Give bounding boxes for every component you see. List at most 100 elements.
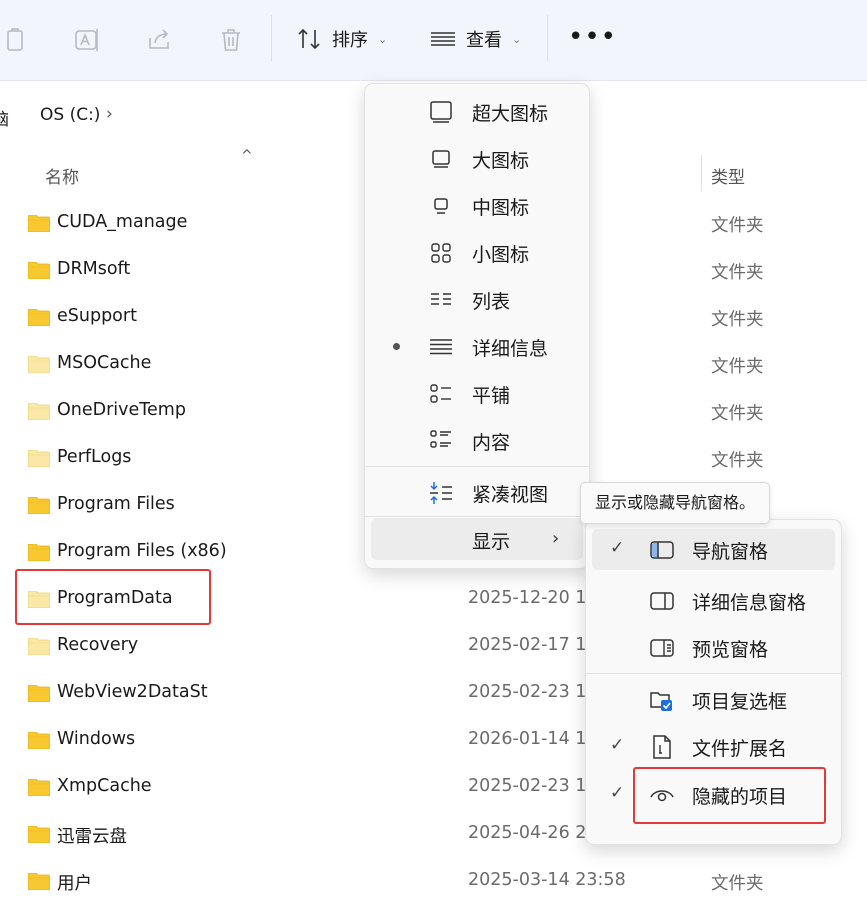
toolbar-separator: [547, 15, 548, 61]
menu-item-navigation-pane[interactable]: ✓ 导航窗格: [586, 526, 841, 573]
chevron-down-icon: ⌄: [378, 32, 388, 46]
file-name: Windows: [57, 729, 136, 749]
tooltip: 显示或隐藏导航窗格。: [580, 482, 771, 524]
menu-item-label: 详细信息窗格: [692, 592, 807, 614]
selected-indicator-dot: [393, 343, 400, 350]
column-header-type[interactable]: 类型: [711, 163, 745, 188]
view-menu: 超大图标 大图标 中图标 小图标 列表 详细信息 平铺 内容 紧凑视图 显示 ›: [364, 83, 590, 569]
menu-item-content[interactable]: 内容: [365, 417, 589, 464]
menu-item-tiles[interactable]: 平铺: [365, 370, 589, 417]
file-name: DRMsoft: [57, 259, 131, 279]
view-button[interactable]: 查看 ⌄: [430, 22, 521, 56]
folder-icon: [28, 403, 50, 420]
menu-item-label: 导航窗格: [692, 541, 769, 563]
menu-item-label: 预览窗格: [692, 639, 769, 661]
folder-icon: [28, 497, 50, 514]
tiles-icon: [430, 384, 451, 403]
folder-icon: [28, 873, 50, 890]
sort-label: 排序: [332, 30, 368, 51]
folder-icon: [28, 262, 50, 279]
menu-item-list[interactable]: 列表: [365, 276, 589, 323]
menu-item-label: 项目复选框: [692, 691, 788, 713]
menu-item-label: 大图标: [472, 150, 530, 172]
folder-icon: [28, 826, 50, 843]
file-date-modified: 2025-02-23 1: [468, 776, 587, 796]
file-type: 文件夹: [711, 357, 764, 377]
file-name: Program Files (x86): [57, 541, 227, 561]
menu-item-extra-large-icons[interactable]: 超大图标: [365, 88, 589, 135]
column-divider[interactable]: [701, 155, 702, 191]
breadcrumb-chevron[interactable]: ›: [106, 104, 113, 124]
sort-button[interactable]: 排序 ⌄: [296, 22, 387, 56]
file-date-modified: 2025-02-17 1: [468, 635, 587, 655]
folder-icon: [28, 356, 50, 373]
folder-icon: [28, 732, 50, 749]
menu-item-medium-icons[interactable]: 中图标: [365, 182, 589, 229]
delete-icon[interactable]: [217, 26, 245, 54]
file-type: 文件夹: [711, 874, 764, 894]
highlight-box-programdata: [15, 569, 211, 625]
more-options-button[interactable]: •••: [568, 22, 616, 56]
file-name: XmpCache: [57, 776, 152, 796]
menu-item-label: 文件扩展名: [692, 738, 788, 760]
share-icon[interactable]: [145, 26, 173, 54]
breadcrumb-item-this-pc[interactable]: 脑: [0, 105, 9, 130]
menu-separator: [586, 673, 841, 674]
file-type: 文件夹: [711, 310, 764, 330]
content-icon: [430, 430, 451, 448]
file-name: Recovery: [57, 635, 139, 655]
folder-icon: [28, 450, 50, 467]
copy-icon[interactable]: [2, 26, 30, 54]
file-type: 文件夹: [711, 451, 764, 471]
file-name: CUDA_manage: [57, 212, 188, 232]
check-icon: ✓: [610, 735, 625, 755]
breadcrumb-item-os-c[interactable]: OS (C:): [40, 105, 100, 125]
file-extension-icon: [653, 735, 671, 759]
file-name: 迅雷云盘: [57, 827, 127, 847]
column-header-name[interactable]: 名称: [45, 163, 79, 188]
menu-separator: [365, 516, 589, 517]
menu-item-label: 小图标: [472, 244, 530, 266]
list-icon: [431, 293, 451, 305]
check-icon: ✓: [610, 538, 625, 558]
menu-item-file-extensions[interactable]: ✓ 文件扩展名: [586, 723, 841, 770]
menu-item-label: 详细信息: [472, 338, 549, 360]
rename-icon[interactable]: [73, 26, 101, 54]
details-pane-icon: [650, 592, 674, 610]
view-label: 查看: [466, 30, 502, 51]
file-name: OneDriveTemp: [57, 400, 186, 420]
file-date-modified: 2025-12-20 1: [468, 588, 587, 608]
file-date-modified: 2025-02-23 1: [468, 682, 587, 702]
compact-view-icon: [430, 482, 452, 504]
folder-icon: [28, 779, 50, 796]
menu-item-small-icons[interactable]: 小图标: [365, 229, 589, 276]
file-name: 用户: [57, 874, 92, 894]
menu-item-compact-view[interactable]: 紧凑视图: [365, 469, 589, 516]
file-name: eSupport: [57, 306, 137, 326]
chevron-right-icon: ›: [552, 528, 560, 549]
menu-item-label: 显示: [472, 531, 511, 553]
file-row[interactable]: 用户 2025-03-14 23:58 文件夹: [0, 859, 867, 903]
menu-separator: [365, 466, 589, 467]
menu-item-label: 内容: [472, 432, 511, 454]
view-details-icon: [431, 32, 455, 46]
menu-item-details[interactable]: 详细信息: [365, 323, 589, 370]
folder-icon: [28, 309, 50, 326]
menu-item-label: 紧凑视图: [472, 484, 549, 506]
small-icons-icon: [431, 243, 451, 263]
sort-ascending-icon: ^: [241, 148, 253, 164]
menu-item-large-icons[interactable]: 大图标: [365, 135, 589, 182]
chevron-down-icon: ⌄: [512, 32, 522, 46]
menu-item-label: 平铺: [472, 385, 511, 407]
large-icons-icon: [432, 150, 450, 168]
file-type: 文件夹: [711, 263, 764, 283]
menu-item-show[interactable]: 显示 ›: [371, 518, 583, 560]
menu-item-label: 中图标: [472, 197, 530, 219]
file-type: 文件夹: [711, 404, 764, 424]
file-type: 文件夹: [711, 216, 764, 236]
menu-item-item-checkboxes[interactable]: 项目复选框: [586, 676, 841, 723]
menu-item-details-pane[interactable]: 详细信息窗格: [586, 577, 841, 624]
file-date-modified: 2026-01-14 1: [468, 729, 587, 749]
file-name: Program Files: [57, 494, 175, 514]
menu-item-preview-pane[interactable]: 预览窗格: [586, 624, 841, 671]
